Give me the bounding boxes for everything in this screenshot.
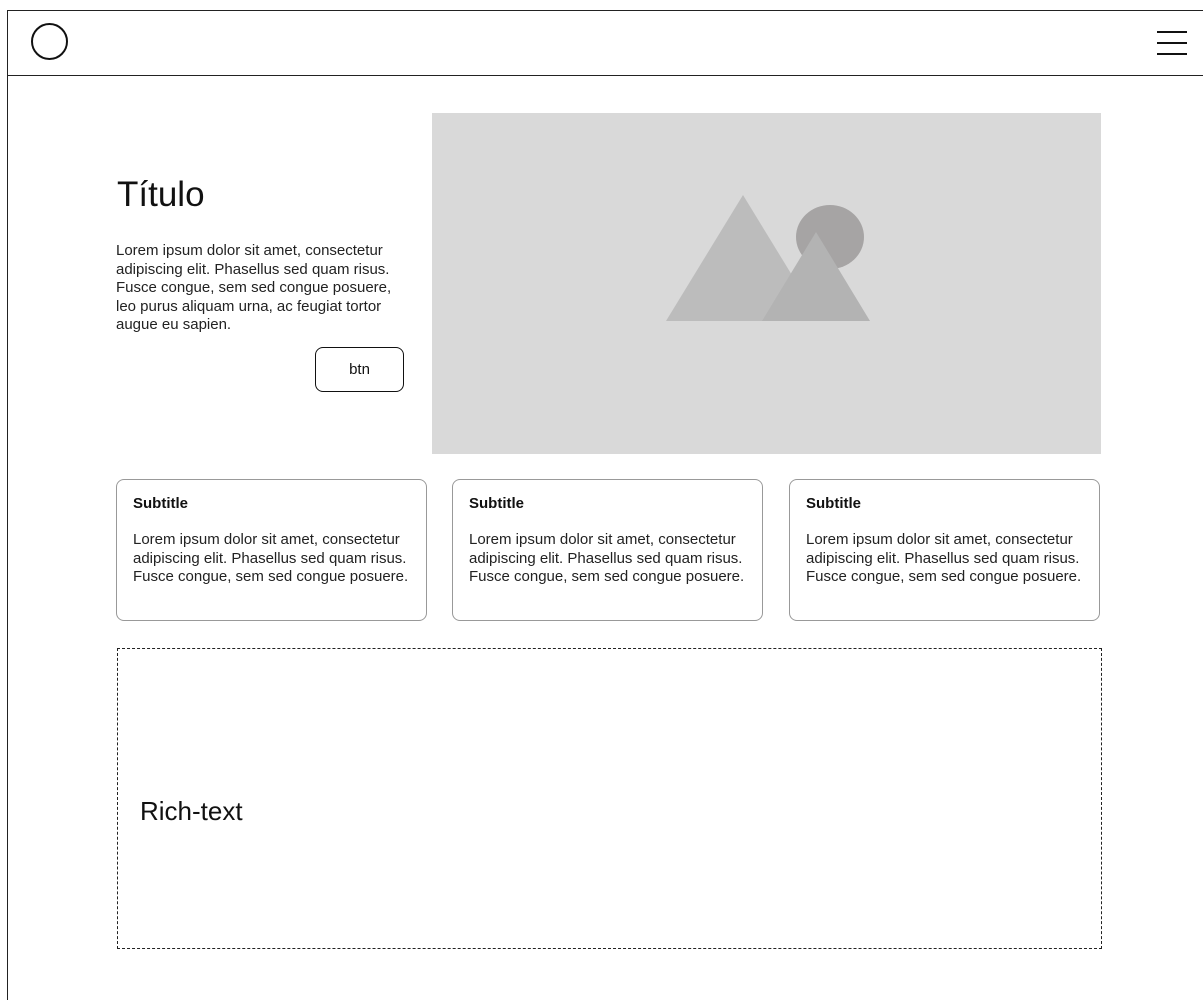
hero-image-placeholder [432,113,1101,454]
hero-description: Lorem ipsum dolor sit amet, consectetur … [116,242,392,333]
menu-line [1157,42,1187,44]
menu-line [1157,53,1187,55]
rich-text-block: Rich-text [117,648,1102,949]
hero-button[interactable]: btn [315,347,404,392]
hamburger-menu-icon[interactable] [1157,31,1188,55]
card-text: Lorem ipsum dolor sit amet, consectetur … [469,531,745,585]
navbar [8,11,1203,76]
card-text: Lorem ipsum dolor sit amet, consectetur … [133,531,409,585]
image-placeholder-icon [666,195,870,321]
menu-line [1157,31,1187,33]
circle-logo-icon[interactable] [31,23,68,60]
card-title: Subtitle [469,495,524,512]
rich-text-label: Rich-text [140,796,243,826]
feature-card: Subtitle Lorem ipsum dolor sit amet, con… [789,479,1100,621]
card-text: Lorem ipsum dolor sit amet, consectetur … [806,531,1082,585]
feature-card: Subtitle Lorem ipsum dolor sit amet, con… [116,479,427,621]
feature-card: Subtitle Lorem ipsum dolor sit amet, con… [452,479,763,621]
card-title: Subtitle [806,495,861,512]
hero-title: Título [117,175,205,214]
card-title: Subtitle [133,495,188,512]
